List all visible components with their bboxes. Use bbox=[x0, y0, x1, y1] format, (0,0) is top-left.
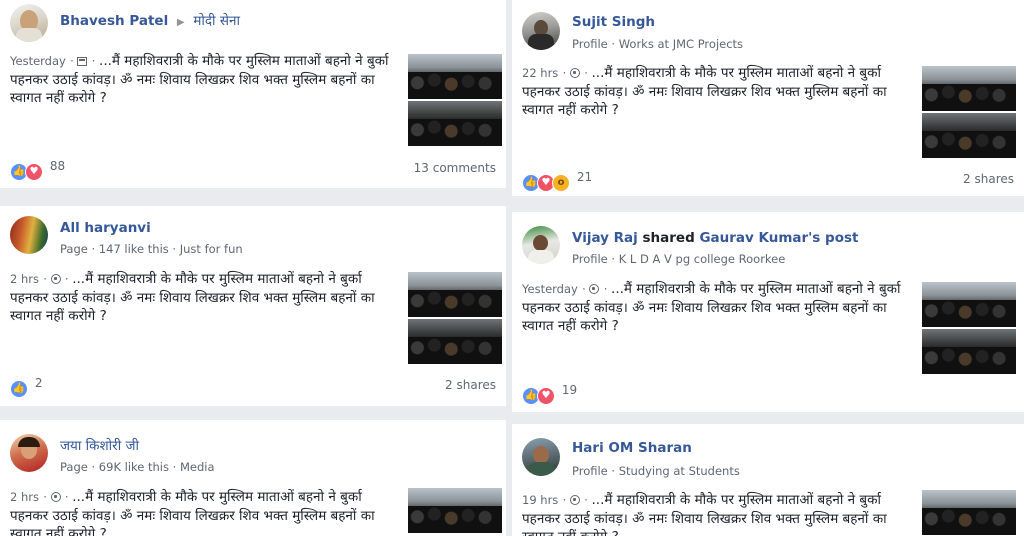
shares-count-link[interactable]: 2 shares bbox=[445, 378, 496, 392]
post-body: Yesterday · · ...मैं महाशिवरात्री के मौक… bbox=[522, 280, 907, 336]
calendar-icon bbox=[77, 57, 88, 66]
timestamp-link[interactable]: Yesterday bbox=[522, 282, 578, 296]
avatar[interactable] bbox=[522, 12, 560, 50]
avatar[interactable] bbox=[10, 434, 48, 472]
post-image[interactable] bbox=[922, 490, 1016, 535]
shared-post-link[interactable]: Gaurav Kumar's post bbox=[699, 230, 858, 246]
author-name-link[interactable]: Hari OM Sharan bbox=[572, 440, 692, 456]
separator: · bbox=[43, 272, 51, 286]
avatar[interactable] bbox=[522, 226, 560, 264]
globe-icon bbox=[589, 284, 600, 294]
reaction-summary[interactable]: 👍 ♥ o 21 bbox=[522, 170, 592, 192]
post-image[interactable] bbox=[408, 319, 502, 364]
separator: · bbox=[584, 493, 592, 507]
post-card: Sujit Singh Profile · Works at JMC Proje… bbox=[512, 0, 1024, 196]
post-header: All haryanvi bbox=[60, 220, 151, 236]
shared-text: shared bbox=[642, 230, 695, 246]
love-reaction-icon: ♥ bbox=[537, 387, 555, 405]
separator: · bbox=[70, 54, 78, 68]
comments-count-link[interactable]: 13 comments bbox=[414, 161, 496, 175]
avatar[interactable] bbox=[10, 216, 48, 254]
reaction-summary[interactable]: 👍 2 bbox=[10, 376, 42, 398]
group-name-link[interactable]: मोदी सेना bbox=[193, 13, 240, 29]
separator: · bbox=[91, 54, 100, 68]
post-body: 2 hrs · · ...मैं महाशिवरात्री के मौके पर… bbox=[10, 488, 395, 536]
post-header: Hari OM Sharan bbox=[572, 440, 692, 456]
avatar[interactable] bbox=[10, 4, 48, 42]
globe-icon bbox=[569, 68, 580, 78]
globe-icon bbox=[569, 495, 580, 505]
author-subtitle: Profile · K L D A V pg college Roorkee bbox=[572, 252, 786, 266]
post-card: All haryanvi Page · 147 like this · Just… bbox=[0, 206, 506, 406]
post-image[interactable] bbox=[408, 272, 502, 317]
timestamp-link[interactable]: 2 hrs bbox=[10, 272, 39, 286]
author-subtitle: Profile · Works at JMC Projects bbox=[572, 37, 744, 51]
avatar[interactable] bbox=[522, 438, 560, 476]
post-header: जया किशोरी जी bbox=[60, 436, 139, 454]
post-text: ...मैं महाशिवरात्री के मौके पर मुस्लिम म… bbox=[10, 53, 389, 106]
like-reaction-icon: 👍 bbox=[10, 380, 28, 398]
reaction-summary[interactable]: 👍 ♥ 19 bbox=[522, 383, 577, 405]
shares-count-link[interactable]: 2 shares bbox=[963, 172, 1014, 186]
post-image-group[interactable] bbox=[408, 272, 502, 366]
wow-reaction-icon: o bbox=[552, 174, 570, 192]
author-name-link[interactable]: Vijay Raj bbox=[572, 230, 638, 246]
separator: · bbox=[582, 282, 590, 296]
post-image[interactable] bbox=[922, 113, 1016, 158]
post-image-group[interactable] bbox=[408, 54, 502, 148]
post-image[interactable] bbox=[408, 488, 502, 533]
author-subtitle: Page · 69K like this · Media bbox=[60, 460, 215, 474]
separator: · bbox=[562, 493, 570, 507]
separator: · bbox=[43, 490, 51, 504]
timestamp-link[interactable]: 2 hrs bbox=[10, 490, 39, 504]
reaction-summary[interactable]: 👍 ♥ 88 bbox=[10, 159, 65, 181]
post-body: 19 hrs · · ...मैं महाशिवरात्री के मौके प… bbox=[522, 491, 907, 536]
author-subtitle: Profile · Studying at Students bbox=[572, 464, 740, 478]
arrow-right-icon: ▶ bbox=[176, 17, 185, 28]
post-body: Yesterday · · ...मैं महाशिवरात्री के मौक… bbox=[10, 52, 395, 108]
reaction-count: 88 bbox=[49, 159, 66, 173]
separator: · bbox=[603, 282, 612, 296]
timestamp-link[interactable]: 22 hrs bbox=[522, 66, 558, 80]
separator: · bbox=[584, 66, 592, 80]
post-image[interactable] bbox=[408, 101, 502, 146]
globe-icon bbox=[50, 274, 61, 284]
author-name-link[interactable]: Sujit Singh bbox=[572, 14, 655, 30]
author-name-link[interactable]: All haryanvi bbox=[60, 220, 151, 236]
reaction-count: 2 bbox=[34, 376, 43, 390]
author-name-link[interactable]: जया किशोरी जी bbox=[60, 438, 139, 454]
post-image-group[interactable] bbox=[922, 490, 1016, 536]
post-header: Bhavesh Patel ▶ मोदी सेना bbox=[60, 11, 240, 29]
post-body: 2 hrs · · ...मैं महाशिवरात्री के मौके पर… bbox=[10, 270, 395, 326]
post-image[interactable] bbox=[922, 329, 1016, 374]
globe-icon bbox=[50, 492, 61, 502]
post-header: Vijay Raj shared Gaurav Kumar's post bbox=[572, 230, 858, 246]
love-reaction-icon: ♥ bbox=[25, 163, 43, 181]
author-name-link[interactable]: Bhavesh Patel bbox=[60, 13, 168, 29]
reaction-count: 19 bbox=[561, 383, 578, 397]
post-card: Vijay Raj shared Gaurav Kumar's post Pro… bbox=[512, 212, 1024, 412]
separator: · bbox=[562, 66, 570, 80]
post-text: ...मैं महाशिवरात्री के मौके पर मुस्लिम म… bbox=[522, 281, 901, 334]
post-image[interactable] bbox=[408, 54, 502, 99]
post-image[interactable] bbox=[922, 66, 1016, 111]
post-body: 22 hrs · · ...मैं महाशिवरात्री के मौके प… bbox=[522, 64, 907, 120]
post-card: Bhavesh Patel ▶ मोदी सेना Yesterday · · … bbox=[0, 0, 506, 188]
reaction-count: 21 bbox=[576, 170, 593, 184]
post-header: Sujit Singh bbox=[572, 14, 655, 30]
post-image-group[interactable] bbox=[408, 488, 502, 535]
timestamp-link[interactable]: Yesterday bbox=[10, 54, 66, 68]
post-card: Hari OM Sharan Profile · Studying at Stu… bbox=[512, 424, 1024, 536]
post-image[interactable] bbox=[922, 282, 1016, 327]
author-subtitle: Page · 147 like this · Just for fun bbox=[60, 242, 243, 256]
post-card: जया किशोरी जी Page · 69K like this · Med… bbox=[0, 420, 506, 536]
post-image-group[interactable] bbox=[922, 66, 1016, 160]
timestamp-link[interactable]: 19 hrs bbox=[522, 493, 558, 507]
post-image-group[interactable] bbox=[922, 282, 1016, 376]
